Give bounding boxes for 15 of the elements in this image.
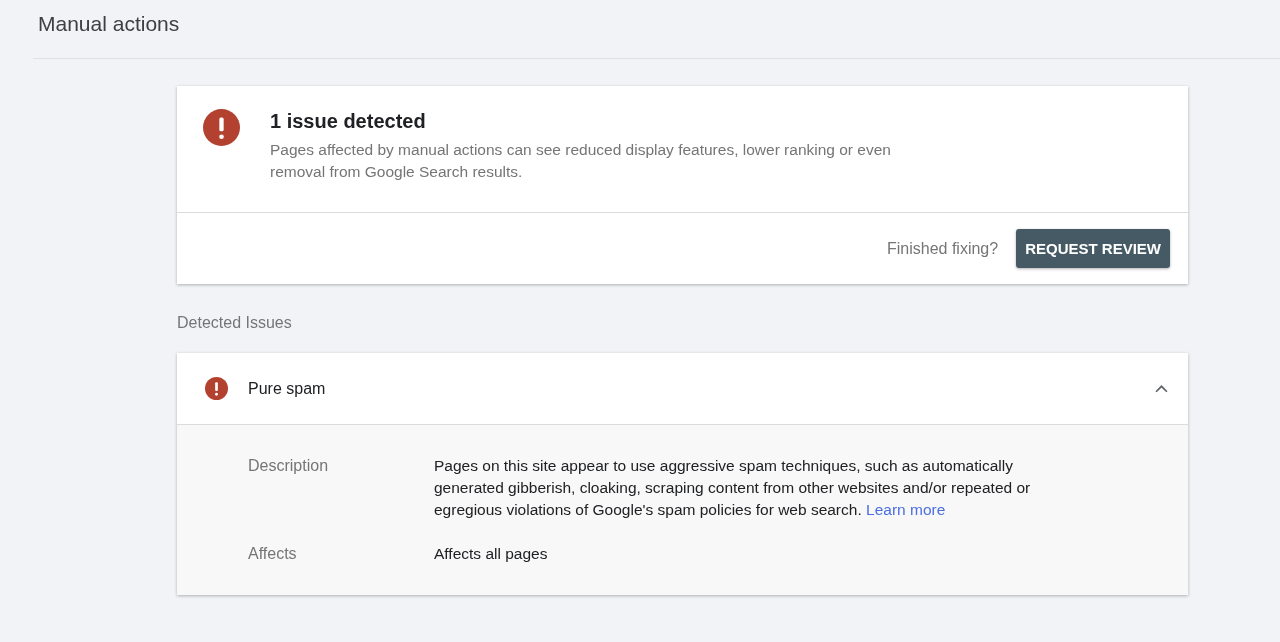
request-review-button[interactable]: REQUEST REVIEW bbox=[1016, 229, 1170, 268]
issue-name: Pure spam bbox=[248, 379, 327, 398]
learn-more-link[interactable]: Learn more bbox=[866, 501, 946, 518]
alert-icon bbox=[203, 109, 240, 146]
detail-label: Description bbox=[248, 456, 330, 476]
detail-text: Pages on this site appear to use aggressive spam techniques, such as automatically generated gibberish, cloaking, scraping content from other websites and/or repeated or egregious violations of Google's spam policies for web search. Learn more bbox=[434, 456, 1032, 520]
detail-label: Affects bbox=[248, 544, 298, 564]
footer-prompt: Finished fixing? bbox=[886, 239, 999, 258]
section-label: Detected Issues bbox=[177, 314, 293, 332]
detail-text: Affects all pages bbox=[434, 544, 549, 564]
alert-icon bbox=[205, 377, 228, 400]
summary-title: 1 issue detected bbox=[270, 110, 427, 133]
summary-text: Pages affected by manual actions can see reduced display features, lower ranking or even removal from Google Search results. bbox=[270, 140, 892, 182]
page-title: Manual actions bbox=[37, 11, 181, 36]
chevron-icon[interactable] bbox=[1155, 384, 1168, 393]
